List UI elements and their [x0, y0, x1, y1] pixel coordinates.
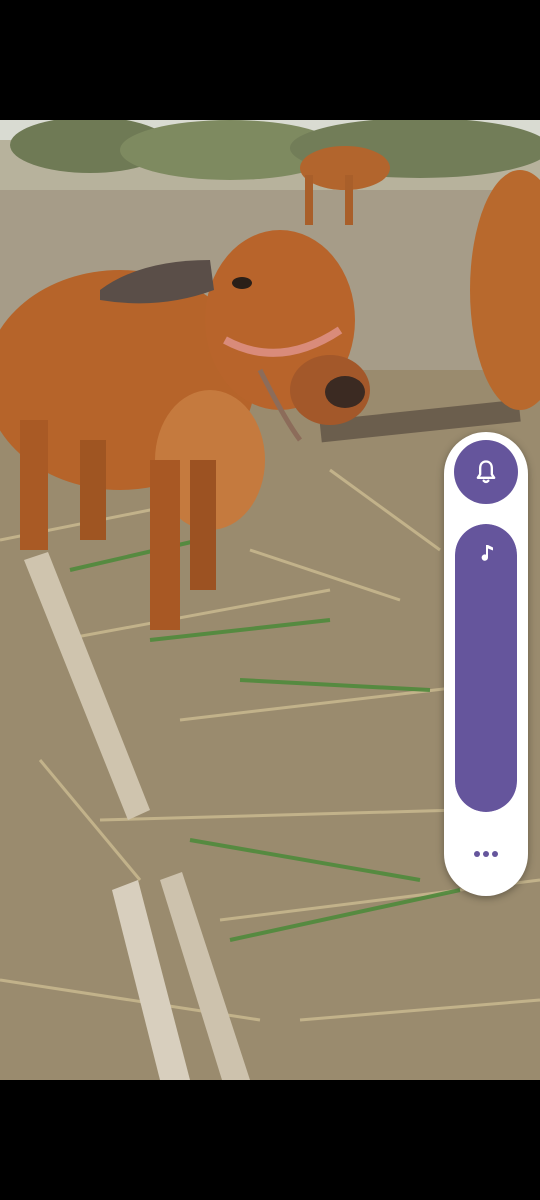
- more-horizontal-icon: [474, 851, 498, 857]
- ringer-mode-button[interactable]: [454, 440, 518, 504]
- music-note-icon: [481, 545, 493, 561]
- bell-icon: [476, 460, 496, 484]
- volume-panel: [444, 432, 528, 896]
- volume-settings-more-button[interactable]: [466, 836, 506, 872]
- top-letterbox: [0, 0, 540, 120]
- media-volume-level: [455, 524, 517, 812]
- media-volume-slider[interactable]: [455, 524, 517, 812]
- bottom-letterbox: [0, 1080, 540, 1200]
